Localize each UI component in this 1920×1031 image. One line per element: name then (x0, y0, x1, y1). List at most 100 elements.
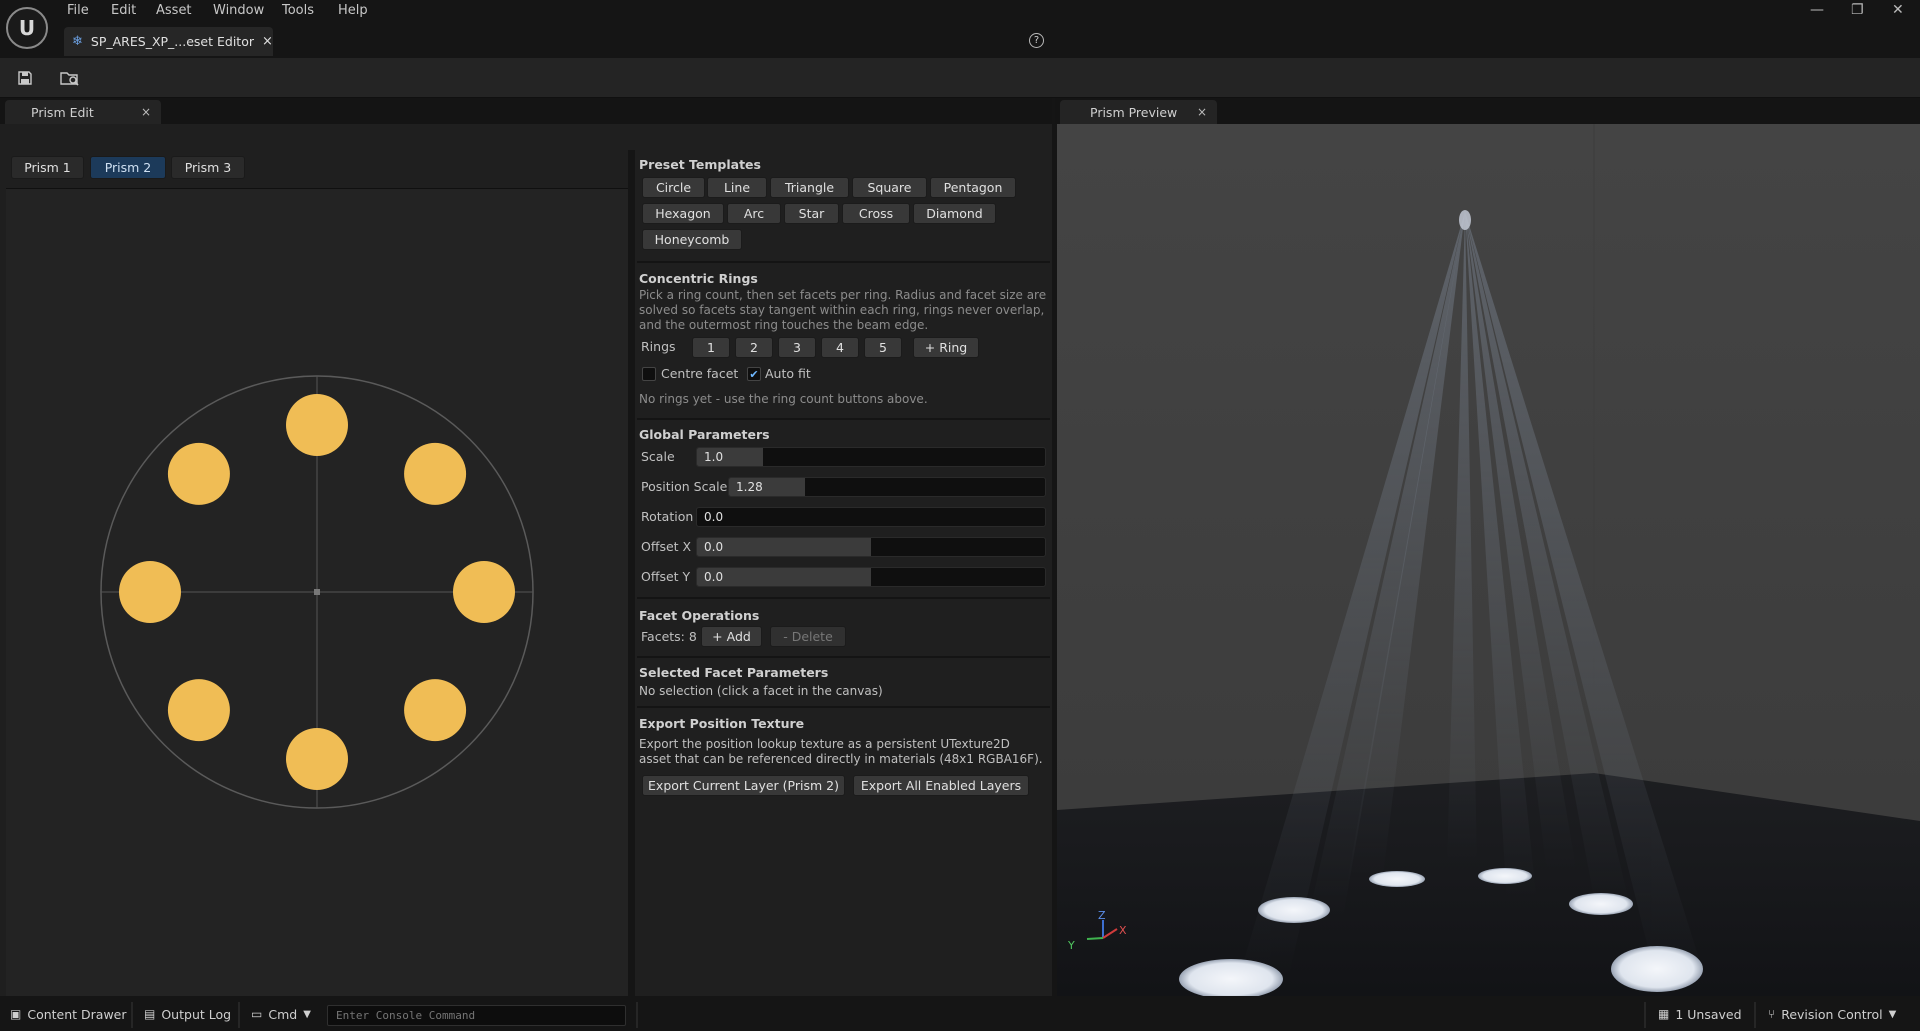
facet-5[interactable] (286, 728, 348, 790)
help-icon[interactable]: ? (1029, 33, 1044, 48)
prism-tab-2[interactable]: Prism 2 (90, 156, 166, 179)
document-tab-label: SP_ARES_XP_...eset Editor (90, 34, 254, 49)
facet-1[interactable] (286, 394, 348, 456)
ring-count-2-button[interactable]: 2 (735, 337, 773, 358)
global-parameters-title: Global Parameters (639, 427, 770, 442)
rings-label: Rings (641, 339, 676, 354)
console-icon: ▭ (251, 1007, 263, 1021)
scale-value: 1.0 (704, 450, 724, 464)
add-ring-button[interactable]: + Ring (913, 337, 979, 358)
output-log-button[interactable]: ▤ Output Log (144, 1003, 231, 1025)
export-all-layers-button[interactable]: Export All Enabled Layers (853, 775, 1029, 796)
output-log-label: Output Log (161, 1006, 232, 1022)
scale-slider[interactable]: 1.0 (696, 447, 1046, 467)
asset-icon: ❄ (72, 34, 83, 49)
menu-edit[interactable]: Edit (111, 3, 136, 18)
floor-spot (1611, 946, 1703, 992)
position-scale-slider[interactable]: 1.28 (728, 477, 1046, 497)
ring-count-4-button[interactable]: 4 (821, 337, 859, 358)
tab-prism-edit-close-icon[interactable]: × (141, 105, 151, 119)
preset-square-button[interactable]: Square (852, 177, 927, 198)
facet-2[interactable] (404, 442, 467, 505)
preset-triangle-button[interactable]: Triangle (770, 177, 849, 198)
centre-facet-checkbox[interactable] (642, 367, 656, 381)
selected-facet-title: Selected Facet Parameters (639, 665, 829, 680)
prism-preview-viewport[interactable]: Z X Y (1057, 124, 1920, 999)
document-tab-close-icon[interactable]: × (262, 34, 273, 49)
tab-prism-preview-label: Prism Preview (1090, 104, 1178, 120)
preset-diamond-button[interactable]: Diamond (913, 203, 996, 224)
offset-x-slider[interactable]: 0.0 (696, 537, 1046, 557)
offset-y-slider[interactable]: 0.0 (696, 567, 1046, 587)
tab-prism-preview-close-icon[interactable]: × (1197, 105, 1207, 119)
facet-4[interactable] (404, 679, 467, 742)
rotation-slider[interactable]: 0.0 (696, 507, 1046, 527)
revision-control-icon: ⑂ (1768, 1007, 1776, 1021)
cmd-dropdown[interactable]: ▭ Cmd ▼ (251, 1003, 311, 1025)
content-drawer-label: Content Drawer (27, 1006, 127, 1022)
console-command-input[interactable] (327, 1005, 626, 1026)
export-current-layer-button[interactable]: Export Current Layer (Prism 2) (642, 775, 845, 796)
facet-3[interactable] (453, 561, 515, 623)
axis-x-label: X (1119, 924, 1127, 937)
floor-spot (1369, 871, 1425, 887)
content-drawer-button[interactable]: ▣ Content Drawer (10, 1003, 127, 1025)
auto-fit-checkbox[interactable]: ✔ (747, 367, 761, 381)
preset-hexagon-button[interactable]: Hexagon (642, 203, 724, 224)
revision-control-button[interactable]: ⑂ Revision Control ▼ (1768, 1003, 1896, 1025)
preview-scene[interactable]: Z X Y (1057, 124, 1920, 999)
menu-file[interactable]: File (67, 3, 89, 18)
floor-spot (1258, 897, 1330, 923)
section-divider (637, 656, 1050, 658)
offset-y-value: 0.0 (704, 570, 724, 584)
facet-7[interactable] (119, 561, 181, 623)
ring-count-1-button[interactable]: 1 (692, 337, 730, 358)
facet-8[interactable] (167, 442, 230, 505)
centre-facet-label: Centre facet (661, 366, 739, 381)
delete-facet-button[interactable]: - Delete (770, 626, 846, 647)
export-description: Export the position lookup texture as a … (639, 737, 1043, 766)
add-facet-button[interactable]: + Add (701, 626, 762, 647)
status-bar: ▣ Content Drawer ▤ Output Log ▭ Cmd ▼ ▦ … (0, 996, 1920, 1031)
preset-pentagon-button[interactable]: Pentagon (930, 177, 1016, 198)
canvas-splitter[interactable] (628, 150, 635, 996)
facet-6[interactable] (167, 679, 230, 742)
document-tab[interactable]: ❄ SP_ARES_XP_...eset Editor × (64, 27, 273, 56)
unsaved-icon: ▦ (1658, 1007, 1670, 1021)
floor (1057, 773, 1920, 996)
facet-canvas[interactable] (6, 188, 628, 996)
position-scale-label: Position Scale (641, 479, 728, 494)
tab-prism-edit[interactable]: Prism Edit × (5, 100, 161, 124)
minimize-icon[interactable]: — (1810, 2, 1824, 18)
tab-prism-edit-label: Prism Edit (31, 104, 94, 120)
rotation-value: 0.0 (704, 510, 724, 524)
position-scale-value: 1.28 (736, 480, 763, 494)
tab-prism-preview[interactable]: Prism Preview × (1060, 100, 1217, 124)
browse-asset-icon[interactable] (57, 66, 83, 90)
prism-tab-3[interactable]: Prism 3 (171, 156, 245, 179)
close-window-icon[interactable]: ✕ (1892, 2, 1904, 18)
menu-window[interactable]: Window (213, 3, 264, 18)
chevron-down-icon: ▼ (1888, 1008, 1897, 1020)
restore-icon[interactable]: ❐ (1851, 2, 1864, 18)
menu-tools[interactable]: Tools (282, 3, 314, 18)
prism-tab-1[interactable]: Prism 1 (11, 156, 84, 179)
menu-asset[interactable]: Asset (156, 3, 192, 18)
unreal-logo-icon[interactable]: U (6, 7, 48, 49)
preset-line-button[interactable]: Line (707, 177, 767, 198)
facet-operations-title: Facet Operations (639, 608, 760, 623)
save-icon[interactable] (12, 66, 38, 90)
preset-honeycomb-button[interactable]: Honeycomb (642, 229, 742, 250)
ring-count-3-button[interactable]: 3 (778, 337, 816, 358)
auto-fit-label: Auto fit (765, 366, 811, 381)
preset-circle-button[interactable]: Circle (642, 177, 705, 198)
facet-canvas-svg[interactable] (6, 189, 628, 997)
menu-help[interactable]: Help (338, 3, 368, 18)
preset-arc-button[interactable]: Arc (727, 203, 781, 224)
offset-y-label: Offset Y (641, 569, 691, 584)
preset-cross-button[interactable]: Cross (842, 203, 910, 224)
ring-count-5-button[interactable]: 5 (864, 337, 902, 358)
unsaved-button[interactable]: ▦ 1 Unsaved (1658, 1003, 1742, 1025)
title-bar: U File Edit Asset Window Tools Help ❄ SP… (0, 0, 1920, 58)
preset-star-button[interactable]: Star (784, 203, 839, 224)
